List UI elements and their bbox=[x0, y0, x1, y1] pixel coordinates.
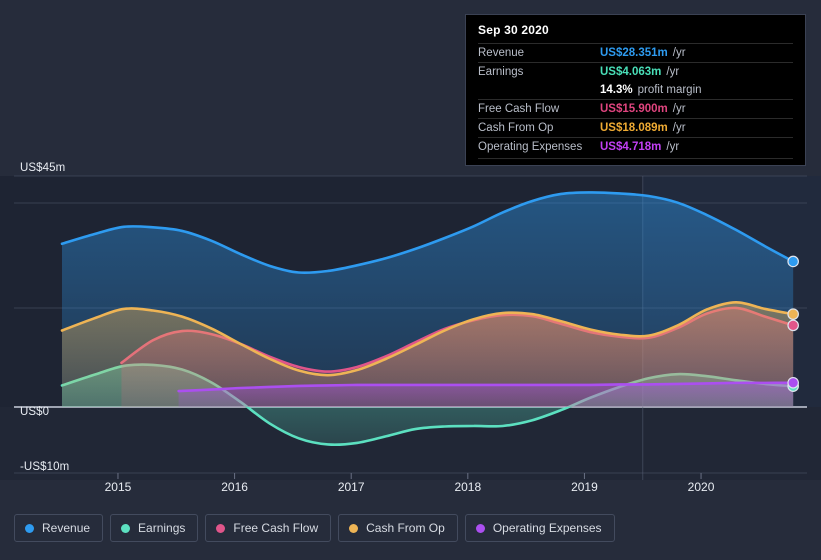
legend-dot-icon bbox=[349, 523, 359, 533]
legend-item-earnings[interactable]: Earnings bbox=[110, 514, 199, 542]
tooltip-row-label: Revenue bbox=[478, 47, 525, 59]
x-axis-tick-label: 2020 bbox=[687, 480, 715, 494]
legend-item-label: Free Cash Flow bbox=[233, 521, 319, 535]
y-axis-tick-label: US$45m bbox=[20, 162, 66, 174]
y-axis-tick-label: US$0 bbox=[20, 406, 50, 418]
tooltip-row-unit: profit margin bbox=[637, 84, 702, 96]
tooltip-row-label: Free Cash Flow bbox=[478, 103, 560, 115]
legend-item-label: Cash From Op bbox=[366, 521, 445, 535]
tooltip-row-value: 14.3% bbox=[600, 84, 633, 96]
chart-tooltip: Sep 30 2020 Revenue US$28.351m/yr Earnings… bbox=[465, 14, 806, 166]
chart-legend: Revenue Earnings Free Cash Flow Cash From O… bbox=[14, 514, 615, 542]
legend-dot-icon bbox=[475, 523, 485, 533]
series-endpoint-revenue[interactable] bbox=[787, 255, 799, 268]
tooltip-row-value: US$28.351m bbox=[600, 47, 668, 59]
legend-item-cash-from-op[interactable]: Cash From Op bbox=[338, 514, 458, 542]
series-endpoint-free-cash-flow[interactable] bbox=[787, 319, 799, 332]
legend-dot-icon bbox=[121, 523, 131, 533]
x-axis-tick-label: 2015 bbox=[104, 480, 132, 494]
x-axis-tick-label: 2017 bbox=[337, 480, 365, 494]
legend-dot-icon bbox=[216, 523, 226, 533]
tooltip-row-label: Earnings bbox=[478, 66, 524, 78]
tooltip-row-unit: /yr bbox=[666, 141, 680, 153]
x-axis-tick-label: 2016 bbox=[221, 480, 248, 494]
y-axis-tick-label: -US$10m bbox=[20, 461, 70, 473]
financial-chart-page: US$45m US$0 -US$10m 2015 2016 2017 2018 2019 20… bbox=[0, 0, 821, 560]
tooltip-row-value: US$18.089m bbox=[600, 122, 668, 134]
series-endpoint-operating-expenses[interactable] bbox=[787, 376, 799, 389]
tooltip-row-unit: /yr bbox=[672, 47, 686, 59]
tooltip-row: 14.3% profit margin bbox=[478, 81, 793, 99]
tooltip-row: Free Cash Flow US$15.900m/yr bbox=[478, 99, 793, 118]
legend-item-operating-expenses[interactable]: Operating Expenses bbox=[464, 514, 615, 542]
tooltip-row: Operating Expenses US$4.718m/yr bbox=[478, 137, 793, 156]
legend-item-free-cash-flow[interactable]: Free Cash Flow bbox=[205, 514, 332, 542]
legend-item-label: Earnings bbox=[138, 521, 186, 535]
tooltip-row-value: US$15.900m bbox=[600, 103, 668, 115]
legend-item-label: Revenue bbox=[42, 521, 91, 535]
x-axis-tick-label: 2018 bbox=[454, 480, 482, 494]
x-axis-tick-label: 2019 bbox=[571, 480, 598, 494]
legend-dot-icon bbox=[25, 523, 34, 533]
tooltip-row-label: Operating Expenses bbox=[478, 141, 583, 153]
tooltip-row-unit: /yr bbox=[666, 66, 680, 78]
tooltip-bottom-rule bbox=[478, 158, 793, 159]
series-endpoint-cash-from-op[interactable] bbox=[787, 308, 799, 320]
tooltip-row-unit: /yr bbox=[672, 103, 686, 115]
tooltip-row-unit: /yr bbox=[672, 122, 686, 134]
tooltip-row: Revenue US$28.351m/yr bbox=[478, 43, 793, 62]
tooltip-row: Earnings US$4.063m/yr bbox=[478, 62, 793, 81]
tooltip-row-value: US$4.063m bbox=[600, 66, 662, 78]
legend-item-revenue[interactable]: Revenue bbox=[14, 514, 104, 542]
tooltip-date: Sep 30 2020 bbox=[478, 23, 549, 37]
legend-item-label: Operating Expenses bbox=[492, 521, 602, 535]
tooltip-row-label: Cash From Op bbox=[478, 122, 554, 134]
tooltip-row-value: US$4.718m bbox=[600, 141, 662, 153]
tooltip-row: Cash From Op US$18.089m/yr bbox=[478, 118, 793, 137]
tooltip-rows: Revenue US$28.351m/yr Earnings US$4.063m/yr… bbox=[478, 43, 793, 159]
